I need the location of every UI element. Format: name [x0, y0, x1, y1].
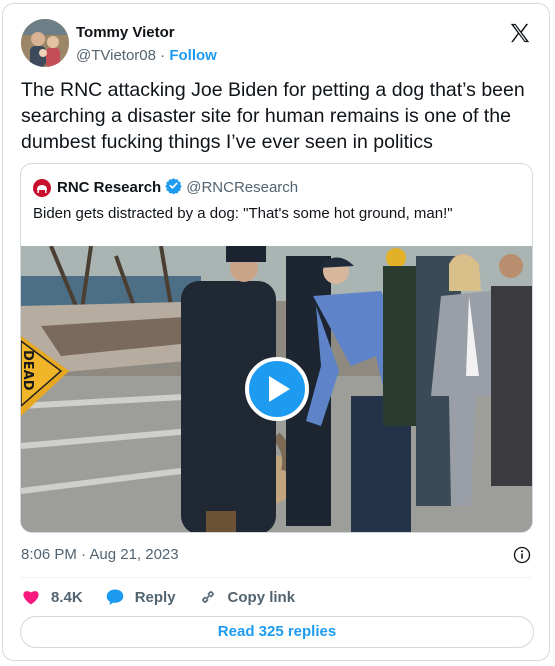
avatar[interactable]: [21, 19, 69, 67]
dead-sign-text: DEAD: [21, 350, 35, 391]
author-name[interactable]: Tommy Vietor: [76, 24, 175, 41]
action-bar: 8.4K Reply Copy link: [21, 587, 317, 607]
read-replies-button[interactable]: Read 325 replies: [20, 616, 534, 648]
reply-bubble-icon: [106, 589, 124, 605]
quoted-tweet[interactable]: RNC Research @RNCResearch Biden gets dis…: [20, 163, 533, 533]
play-icon: [269, 376, 290, 402]
copy-link-button[interactable]: Copy link: [198, 587, 296, 607]
author-handle[interactable]: @TVietor08: [76, 47, 156, 64]
follow-button[interactable]: Follow: [169, 47, 217, 64]
tweet-card: Tommy Vietor @TVietor08 · Follow The RNC…: [2, 3, 550, 661]
quoted-tweet-text: Biden gets distracted by a dog: "That's …: [33, 205, 453, 222]
info-icon[interactable]: [513, 546, 531, 564]
copy-link-label: Copy link: [227, 588, 296, 606]
rnc-avatar-icon[interactable]: [33, 178, 51, 197]
author-handle-row: @TVietor08 · Follow: [76, 47, 217, 64]
tweet-text: The RNC attacking Joe Biden for petting …: [21, 79, 525, 153]
quoted-author-name[interactable]: RNC Research: [57, 179, 161, 196]
separator: ·: [160, 47, 166, 64]
reply-label: Reply: [134, 588, 176, 606]
verified-badge-icon: [165, 177, 182, 198]
quoted-tweet-header: RNC Research @RNCResearch: [33, 177, 298, 198]
quoted-author-handle[interactable]: @RNCResearch: [186, 179, 298, 196]
x-logo-icon[interactable]: [509, 22, 531, 44]
video-thumbnail[interactable]: DEAD: [21, 246, 532, 532]
play-button[interactable]: [245, 357, 309, 421]
link-icon: [201, 591, 214, 603]
like-count: 8.4K: [51, 588, 83, 606]
divider: [21, 577, 531, 578]
heart-icon: [23, 591, 39, 605]
like-button[interactable]: 8.4K: [21, 587, 83, 607]
tweet-timestamp[interactable]: 8:06 PM · Aug 21, 2023: [21, 546, 179, 563]
reply-button[interactable]: Reply: [105, 587, 176, 607]
